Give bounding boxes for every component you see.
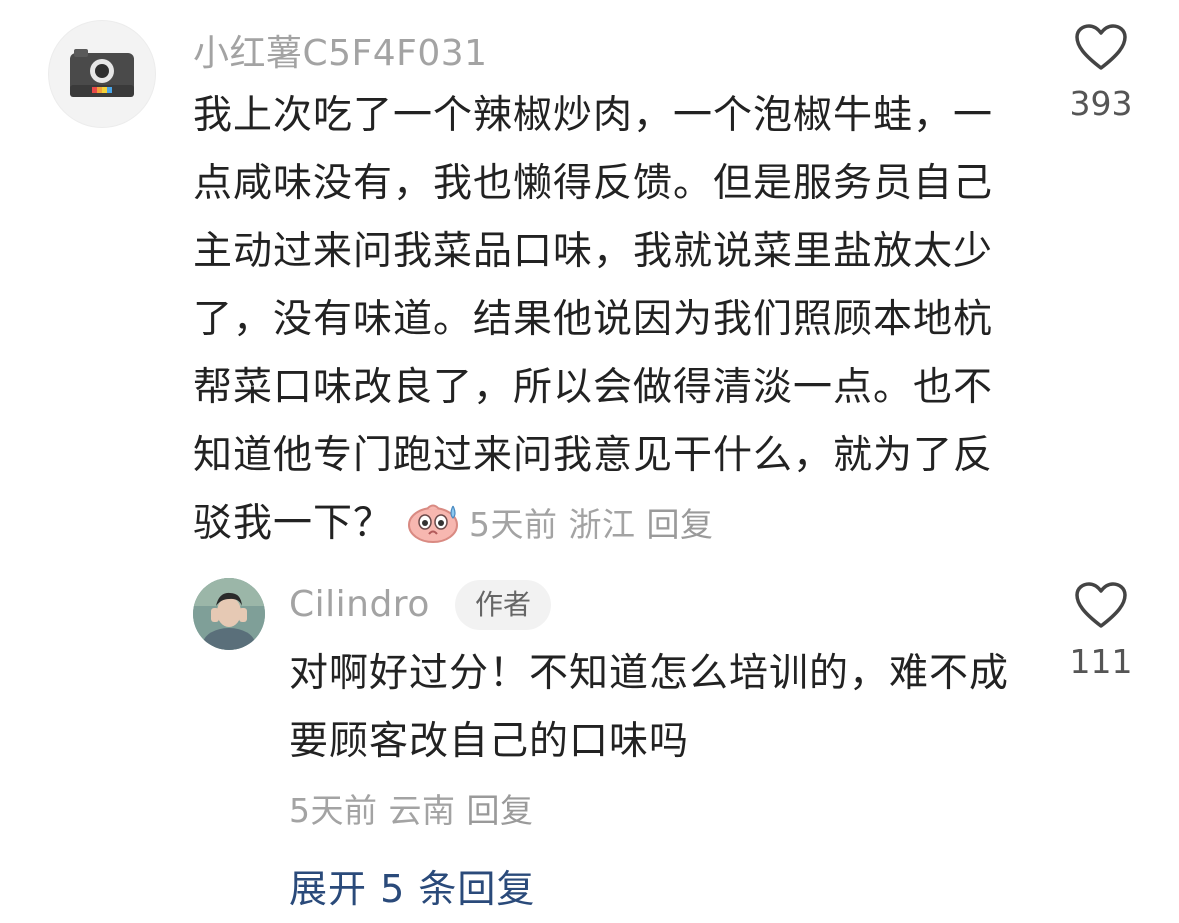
comment-body: 我上次吃了一个辣椒炒肉，一个泡椒牛蛙，一点咸味没有，我也懒得反馈。但是服务员自己… (193, 93, 994, 546)
comment-time: 5天前 (469, 505, 558, 544)
sweat-face-emoji (408, 504, 459, 543)
camera-icon (70, 49, 134, 97)
like-button[interactable]: 393 (1041, 24, 1161, 123)
author-badge: 作者 (455, 580, 552, 630)
person-avatar (193, 578, 265, 650)
comment-meta: 5天前 云南 回复 (289, 784, 534, 832)
comment-location: 浙江 (568, 505, 636, 544)
username[interactable]: 小红薯C5F4F031 (193, 24, 488, 76)
reply-button[interactable]: 回复 (467, 791, 534, 830)
like-button[interactable]: 111 (1041, 582, 1161, 681)
comment-time: 5天前 (289, 791, 378, 830)
heart-icon (1075, 24, 1127, 70)
like-count: 111 (1069, 642, 1133, 681)
comment-text: 对啊好过分！不知道怎么培训的，难不成要顾客改自己的口味吗 (289, 651, 1010, 764)
expand-replies-button[interactable]: 展开 5 条回复 (289, 858, 535, 913)
comment-meta: 5天前 浙江 回复 (469, 505, 714, 544)
heart-icon (1075, 582, 1127, 628)
reply-comment: Cilindro 作者 对啊好过分！不知道怎么培训的，难不成要顾客改自己的口味吗… (0, 570, 1179, 840)
comment-text: 我上次吃了一个辣椒炒肉，一个泡椒牛蛙，一点咸味没有，我也懒得反馈。但是服务员自己… (193, 82, 1023, 559)
comment-location: 云南 (388, 791, 456, 830)
username[interactable]: Cilindro (289, 584, 430, 625)
like-count: 393 (1069, 84, 1133, 123)
reply-button[interactable]: 回复 (647, 505, 714, 544)
main-comment: 小红薯C5F4F031 我上次吃了一个辣椒炒肉，一个泡椒牛蛙，一点咸味没有，我也… (0, 0, 1179, 560)
avatar[interactable] (193, 578, 265, 650)
avatar[interactable] (48, 20, 156, 128)
